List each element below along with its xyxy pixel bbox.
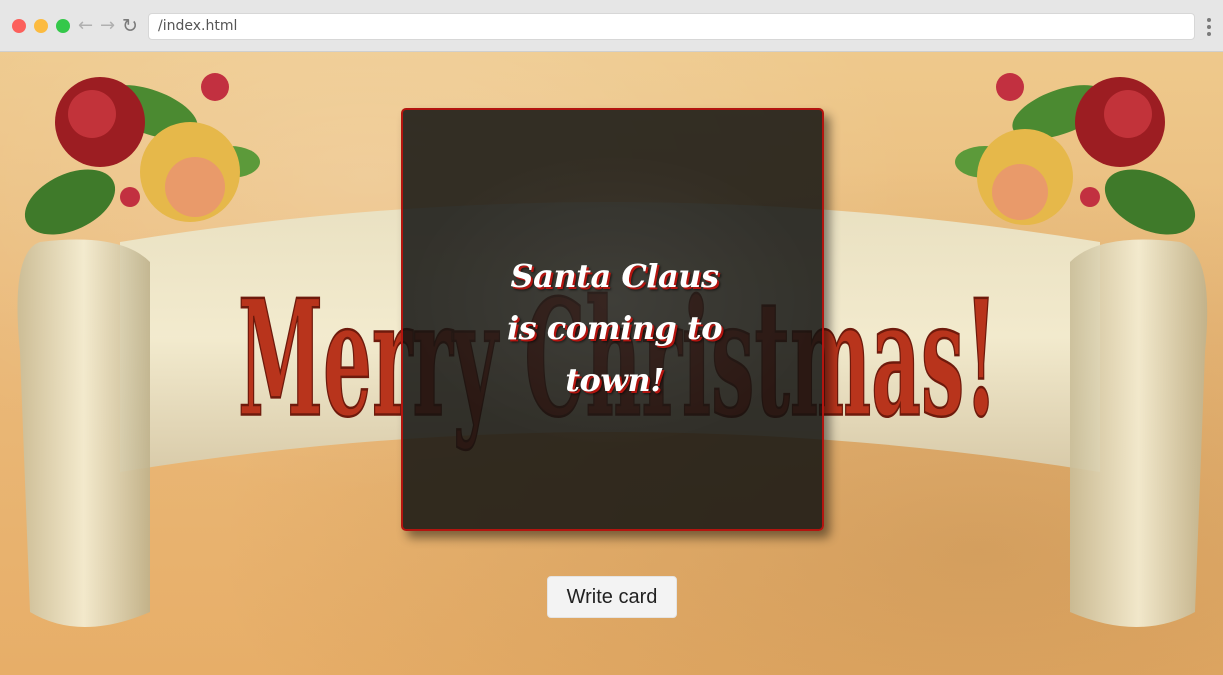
banner-right-curl [1070, 239, 1208, 627]
reload-icon[interactable]: ↻ [122, 14, 138, 38]
maximize-window-button[interactable] [56, 19, 70, 33]
back-arrow-icon[interactable]: ← [78, 14, 93, 38]
browser-toolbar: ← → ↻ /index.html [0, 0, 1223, 52]
greeting-card: Santa Claus is coming to town! [401, 108, 824, 531]
write-card-button[interactable]: Write card [547, 576, 677, 618]
page-viewport: Merry Christmas! Santa Claus is [0, 52, 1223, 675]
banner-left-curl [17, 239, 150, 627]
left-roses-decoration [24, 73, 260, 235]
browser-menu-icon[interactable] [1205, 18, 1213, 36]
minimize-window-button[interactable] [34, 19, 48, 33]
close-window-button[interactable] [12, 19, 26, 33]
right-roses-decoration [955, 73, 1196, 235]
address-bar[interactable]: /index.html [148, 13, 1195, 40]
forward-arrow-icon[interactable]: → [100, 14, 115, 38]
card-message: Santa Claus is coming to town! [506, 257, 723, 399]
